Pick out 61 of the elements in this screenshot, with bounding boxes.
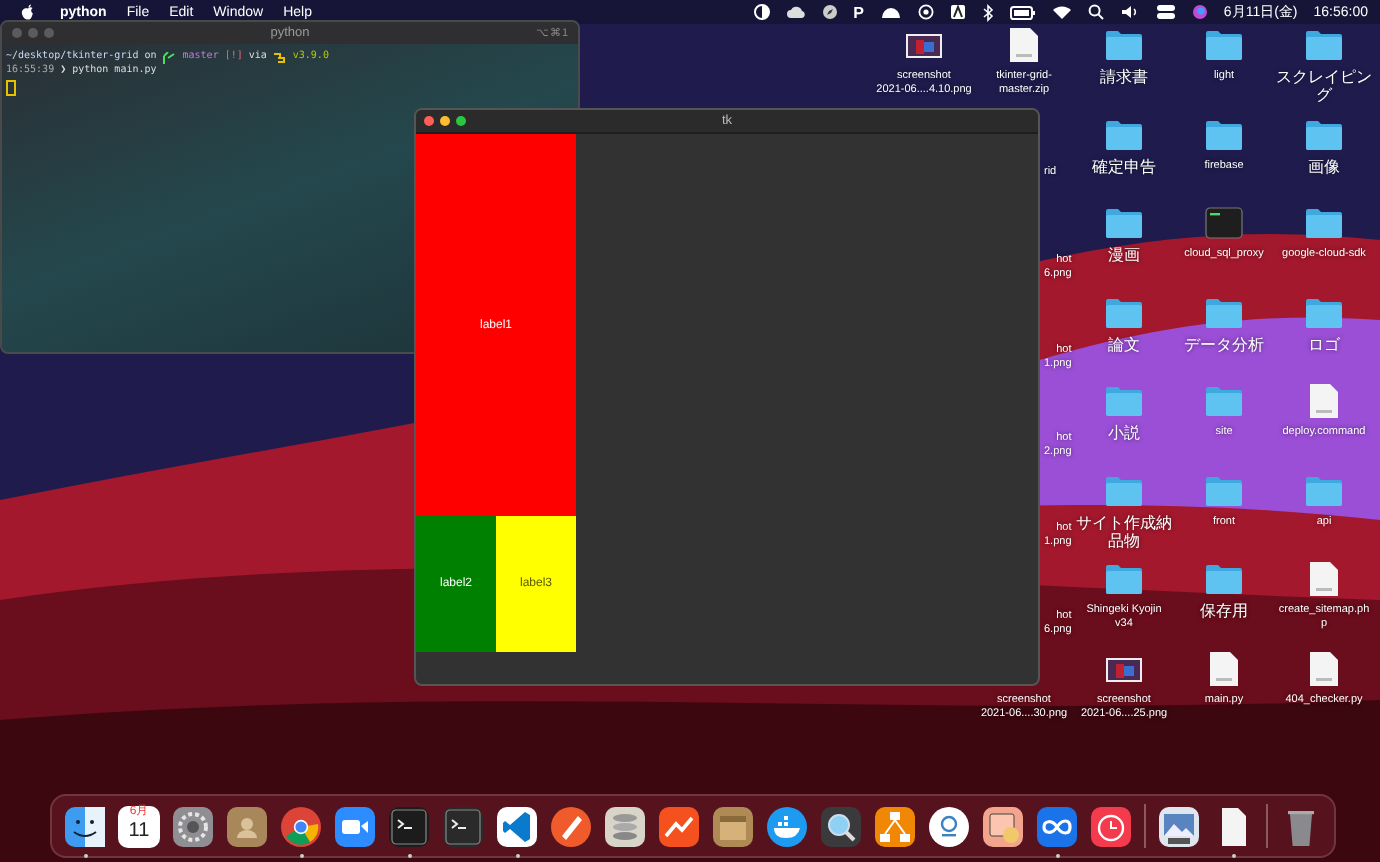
file-name-label[interactable]: データ分析 bbox=[1184, 335, 1264, 353]
box-icon[interactable] bbox=[712, 805, 754, 847]
apple-logo-icon[interactable] bbox=[20, 3, 36, 21]
alarm-clock-icon[interactable] bbox=[1090, 805, 1132, 847]
file-name-label[interactable]: 論文 bbox=[1108, 335, 1140, 353]
terminal-window-icon[interactable] bbox=[1204, 206, 1244, 240]
calendar-day: 11 bbox=[128, 819, 150, 843]
dome-icon[interactable] bbox=[879, 4, 902, 20]
bluetooth-icon[interactable] bbox=[981, 3, 994, 21]
diagram-icon[interactable] bbox=[874, 805, 916, 847]
gear-icon[interactable] bbox=[172, 805, 214, 847]
orb-icon[interactable] bbox=[1191, 4, 1208, 20]
zip-file-icon[interactable] bbox=[1010, 28, 1038, 62]
folder-icon[interactable] bbox=[1104, 28, 1144, 62]
terminal-icon[interactable] bbox=[388, 805, 430, 847]
magnifier-icon[interactable] bbox=[820, 805, 862, 847]
zoom-button[interactable] bbox=[456, 116, 466, 126]
photo-preview-icon[interactable] bbox=[1158, 805, 1200, 847]
record-icon[interactable] bbox=[917, 4, 934, 20]
snake-icon bbox=[272, 51, 287, 63]
database-stack-icon[interactable] bbox=[604, 805, 646, 847]
branch-icon bbox=[162, 51, 177, 63]
close-button[interactable] bbox=[424, 116, 434, 126]
terminal-cursor bbox=[6, 80, 16, 96]
search-icon[interactable] bbox=[1087, 4, 1104, 20]
folder-icon[interactable] bbox=[1304, 206, 1344, 240]
folder-icon[interactable] bbox=[1304, 28, 1344, 62]
speaker-icon[interactable] bbox=[1119, 4, 1140, 20]
compass-icon[interactable] bbox=[821, 4, 838, 20]
image-stack-icon[interactable] bbox=[982, 805, 1024, 847]
document-icon[interactable] bbox=[1310, 562, 1338, 596]
wifi-icon[interactable] bbox=[1051, 4, 1072, 20]
file-name-label[interactable]: 請求書 bbox=[1100, 68, 1148, 86]
folder-icon[interactable] bbox=[1204, 562, 1244, 596]
image-thumbnail-icon[interactable] bbox=[904, 28, 944, 62]
document-icon[interactable] bbox=[1310, 651, 1338, 685]
file-name-label[interactable]: 漫画 bbox=[1108, 246, 1140, 264]
terminal-icon[interactable] bbox=[442, 805, 484, 847]
half-circle-icon[interactable] bbox=[753, 4, 770, 20]
code-editor-icon[interactable] bbox=[496, 805, 538, 847]
folder-icon[interactable] bbox=[1104, 562, 1144, 596]
status-letter[interactable]: P bbox=[853, 3, 864, 21]
infinity-icon[interactable] bbox=[1036, 805, 1078, 847]
file-name-label[interactable]: 小説 bbox=[1108, 424, 1140, 442]
address-book-icon[interactable] bbox=[226, 805, 268, 847]
file-name-label[interactable]: 確定申告 bbox=[1092, 157, 1156, 175]
cloud-icon[interactable] bbox=[785, 4, 806, 20]
file-name-label[interactable]: ロゴ bbox=[1308, 335, 1340, 353]
file-name-label[interactable]: 保存用 bbox=[1200, 602, 1248, 620]
smiling-face-icon[interactable] bbox=[64, 805, 106, 847]
document-icon[interactable] bbox=[1210, 651, 1238, 685]
file-name-label[interactable]: サイト作成納品物 bbox=[1072, 513, 1176, 549]
video-camera-icon[interactable] bbox=[334, 805, 376, 847]
folder-icon[interactable] bbox=[1204, 28, 1244, 62]
minimize-button[interactable] bbox=[440, 116, 450, 126]
toggle-icon[interactable] bbox=[1155, 4, 1176, 20]
file-name-label[interactable]: 画像 bbox=[1308, 157, 1340, 175]
letter-box-icon[interactable] bbox=[949, 4, 966, 20]
folder-icon[interactable] bbox=[1104, 206, 1144, 240]
file-name-label[interactable]: スクレイピング bbox=[1272, 68, 1376, 104]
battery-icon[interactable] bbox=[1009, 5, 1036, 19]
